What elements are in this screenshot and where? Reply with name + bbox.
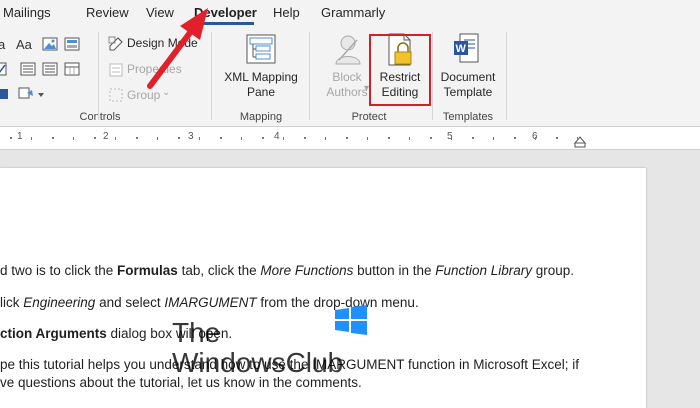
svg-text:a: a [0,37,6,52]
xml-mapping-pane-icon [246,34,276,64]
design-mode-icon [108,36,123,51]
ruler-tick [346,137,348,139]
ribbon-divider [432,32,433,120]
ruler-tick [136,137,138,139]
text-run-italic: IMARGUMENT [164,295,257,310]
ruler-tick [283,137,284,140]
ruler-tick [367,137,368,140]
ruler-tick [430,137,432,139]
document-template-icon: W [454,33,479,63]
picture-control-icon[interactable] [42,36,58,52]
ribbon-divider [309,32,310,120]
group-icon [109,88,123,102]
horizontal-ruler[interactable]: 1 2 3 4 5 6 [0,127,700,150]
highlight-box [369,34,431,106]
text-run-italic: More Functions [260,263,354,278]
xml-mapping-label-line1: XML Mapping [224,70,298,84]
ruler-tick [535,137,536,140]
annotation-arrow-icon [147,8,208,89]
ruler-tick [556,137,558,139]
plain-text-control-icon[interactable]: Aa [16,36,36,52]
ruler-tick [451,137,452,140]
block-authors-icon [335,35,361,65]
xml-mapping-label-line2: Pane [246,85,276,99]
ruler-tick [73,137,74,140]
text-run: and select [95,295,165,310]
ruler-tick [514,137,516,139]
ruler-tick [178,137,180,139]
controls-group-label: Controls [79,111,121,123]
rich-text-control-icon[interactable]: a [0,36,16,52]
text-run-italic: Engineering [23,295,96,310]
ruler-number: 4 [274,131,280,142]
svg-text:W: W [456,43,467,55]
ribbon-tab-bar: Mailings Review View Developer Help Gram… [0,0,700,26]
tab-mailings[interactable]: Mailings [3,5,51,20]
text-run-bold: ction Arguments [0,326,107,341]
tab-help[interactable]: Help [273,5,300,20]
ruler-tick [409,137,410,140]
ruler-tick [493,137,494,140]
watermark-line-2: WindowsClub [172,347,344,378]
ribbon-divider [506,32,507,120]
protect-group-label: Protect [351,111,387,123]
ruler-tick [304,137,306,139]
text-run: lick [0,295,24,310]
tab-grammarly[interactable]: Grammarly [321,5,385,20]
ruler-number: 3 [188,131,194,142]
ruler-number: 2 [103,131,109,142]
text-run-bold: Formulas [117,263,178,278]
ruler-tick [220,137,222,139]
ruler-tick [115,137,116,140]
ribbon: a Aa Design Mode Properties Group ⌄ Cont… [0,26,700,127]
ruler-tick [157,137,158,140]
ruler-tick [241,137,242,140]
ruler-tick [31,137,32,140]
svg-text:Aa: Aa [16,37,33,52]
text-run: button in the [353,263,436,278]
tab-review[interactable]: Review [86,5,129,20]
watermark-text: The WindowsClub [172,318,343,378]
ruler-tick [577,137,578,140]
checkbox-control-icon[interactable] [0,61,8,77]
ruler-tick [10,137,12,139]
ruler-tick [262,137,264,139]
ruler-number: 1 [17,131,23,142]
templates-group-label: Templates [442,111,494,123]
repeating-section-control-icon[interactable] [0,86,10,102]
mapping-group-label: Mapping [239,111,283,123]
text-run: d two is to click the [0,263,118,278]
ruler-tick [325,137,326,140]
legacy-tools-icon[interactable] [18,86,46,102]
text-run: tab, click the [177,263,261,278]
right-indent-marker-icon[interactable] [574,136,586,148]
document-template-label-line1: Document [440,70,496,84]
drop-down-list-control-icon[interactable] [42,61,58,77]
ruler-tick [199,137,200,140]
combo-box-control-icon[interactable] [20,61,36,77]
properties-icon [109,63,123,77]
ruler-tick [94,137,96,139]
windows-logo-icon [335,305,367,335]
ruler-tick [52,137,54,139]
building-block-control-icon[interactable] [64,36,80,52]
paragraph-1: d two is to click the Formulas tab, clic… [0,263,574,278]
text-run: group. [532,263,575,278]
ruler-tick [472,137,474,139]
text-run-italic: Function Library [435,263,533,278]
ribbon-divider [98,32,99,120]
watermark-line-1: The [172,317,221,348]
ruler-tick [388,137,390,139]
date-picker-control-icon[interactable] [64,61,80,77]
document-template-label-line2: Template [443,85,493,99]
